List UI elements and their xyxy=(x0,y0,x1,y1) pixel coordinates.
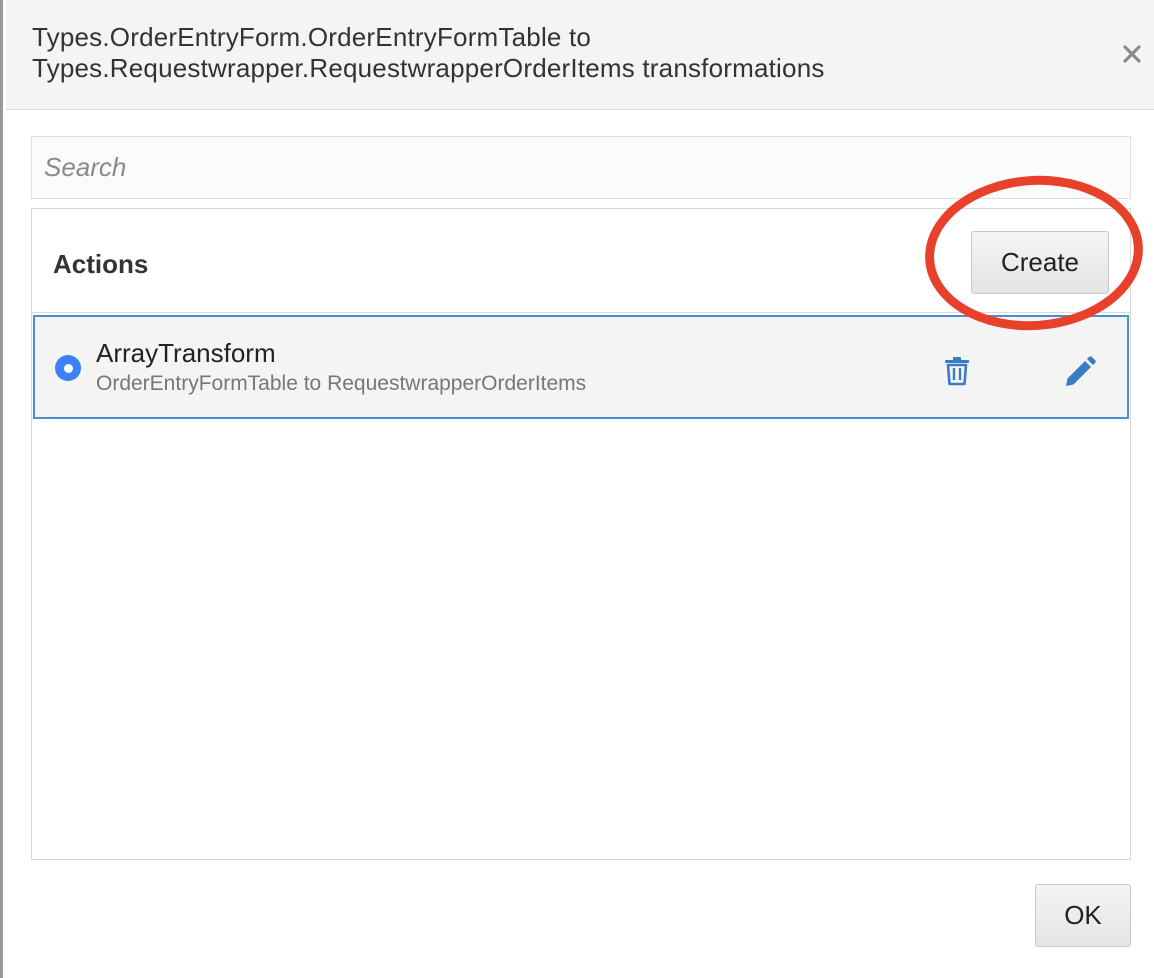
selected-radio[interactable] xyxy=(55,355,81,381)
list-item-title: ArrayTransform xyxy=(96,338,276,368)
trash-icon xyxy=(945,357,969,386)
create-button[interactable]: Create xyxy=(971,231,1109,294)
close-icon xyxy=(1123,45,1141,63)
radio-dot xyxy=(63,363,73,373)
actions-panel: Actions Create ArrayTransform OrderEntry… xyxy=(31,208,1131,860)
search-input[interactable] xyxy=(31,136,1131,199)
list-item-array-transform[interactable]: ArrayTransform OrderEntryFormTable to Re… xyxy=(33,315,1129,419)
dialog-title: Types.OrderEntryForm.OrderEntryFormTable… xyxy=(32,22,1072,84)
actions-panel-header: Actions Create xyxy=(32,209,1130,313)
delete-button[interactable] xyxy=(941,355,973,387)
transformations-dialog: Types.OrderEntryForm.OrderEntryFormTable… xyxy=(0,0,1154,978)
list-item-description: OrderEntryFormTable to RequestwrapperOrd… xyxy=(96,372,587,395)
edit-button[interactable] xyxy=(1061,353,1099,391)
dialog-header: Types.OrderEntryForm.OrderEntryFormTable… xyxy=(6,0,1154,110)
ok-button[interactable]: OK xyxy=(1035,884,1131,947)
close-button[interactable] xyxy=(1114,36,1150,72)
pencil-icon xyxy=(1066,356,1096,386)
dialog-title-line-2: Types.Requestwrapper.RequestwrapperOrder… xyxy=(32,53,825,83)
actions-title: Actions xyxy=(53,249,149,279)
dialog-title-line-1: Types.OrderEntryForm.OrderEntryFormTable… xyxy=(32,22,592,52)
